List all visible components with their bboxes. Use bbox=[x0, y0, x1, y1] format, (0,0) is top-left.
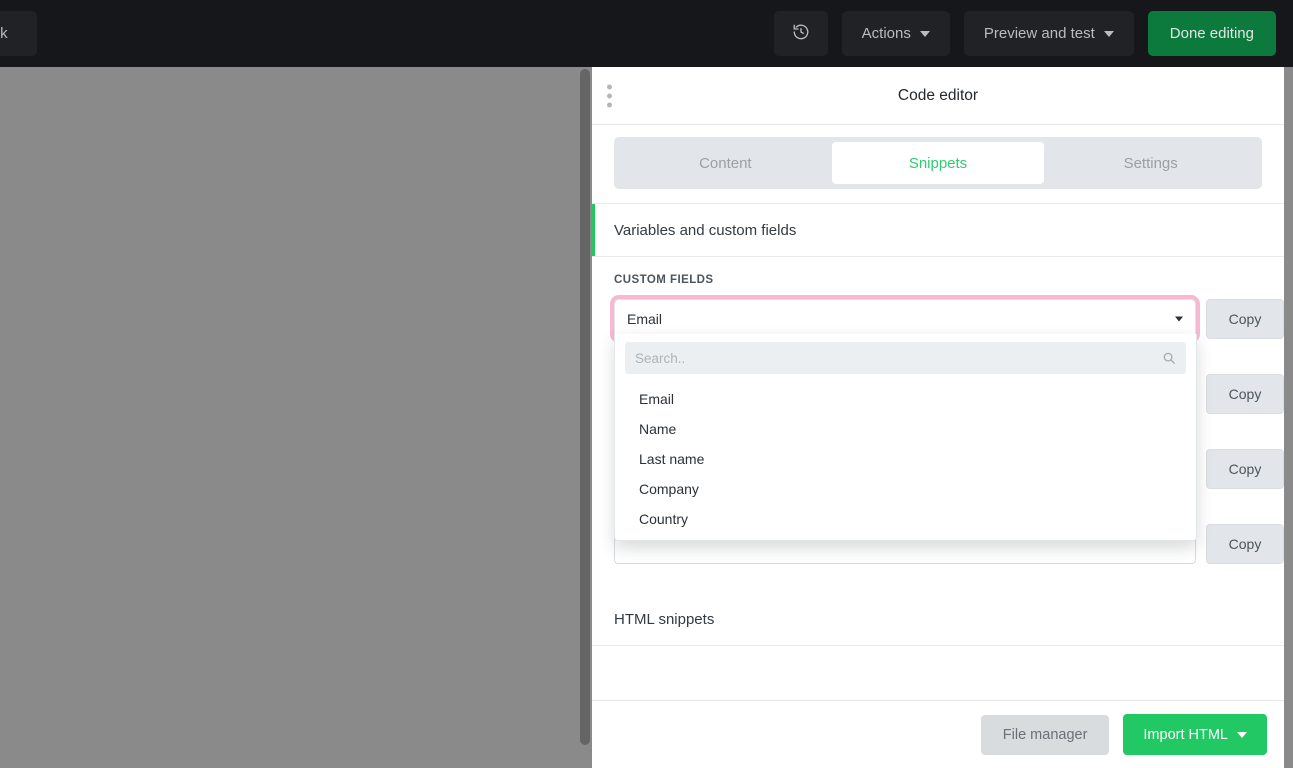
actions-label: Actions bbox=[861, 25, 911, 42]
custom-field-select-value: Email bbox=[627, 311, 663, 327]
search-input[interactable] bbox=[635, 350, 1162, 366]
panel-footer: File manager Import HTML bbox=[592, 700, 1284, 768]
custom-field-select[interactable]: Email bbox=[610, 295, 1200, 343]
chevron-down-icon bbox=[1103, 30, 1114, 37]
dropdown-search-wrap bbox=[615, 334, 1196, 380]
done-editing-button[interactable]: Done editing bbox=[1147, 11, 1276, 56]
app-root: Back Actions Preview and test bbox=[0, 0, 1293, 768]
dropdown-option-country[interactable]: Country bbox=[615, 504, 1196, 534]
tab-bar: Content Snippets Settings bbox=[592, 125, 1284, 204]
drag-dots-icon[interactable] bbox=[603, 80, 616, 111]
dropdown-option-name[interactable]: Name bbox=[615, 414, 1196, 444]
back-button-label: Back bbox=[0, 25, 8, 42]
chevron-down-icon bbox=[919, 30, 930, 37]
chevron-down-icon bbox=[1237, 731, 1247, 738]
top-toolbar: Back Actions Preview and test bbox=[0, 0, 1293, 67]
section-variables-and-custom-fields[interactable]: Variables and custom fields bbox=[592, 204, 1284, 257]
custom-field-dropdown: Email Name Last name Company Country bbox=[614, 334, 1197, 541]
preview-and-test-button[interactable]: Preview and test bbox=[963, 11, 1134, 56]
panel-header: Code editor bbox=[592, 67, 1284, 125]
file-manager-button[interactable]: File manager bbox=[980, 714, 1110, 755]
import-html-label: Import HTML bbox=[1143, 726, 1228, 743]
history-clock-icon bbox=[792, 23, 810, 45]
right-edge-strip bbox=[1284, 67, 1293, 768]
tab-settings[interactable]: Settings bbox=[1044, 142, 1257, 184]
canvas-scrollbar-thumb[interactable] bbox=[580, 69, 590, 745]
tab-snippets[interactable]: Snippets bbox=[831, 142, 1045, 184]
dropdown-option-last-name[interactable]: Last name bbox=[615, 444, 1196, 474]
copy-button[interactable]: Copy bbox=[1206, 374, 1284, 414]
done-editing-label: Done editing bbox=[1169, 25, 1254, 42]
section-html-snippets[interactable]: HTML snippets bbox=[592, 593, 1284, 646]
toolbar-actions-group: Actions Preview and test Done editing bbox=[773, 11, 1276, 56]
search-icon bbox=[1162, 351, 1176, 365]
dropdown-option-company[interactable]: Company bbox=[615, 474, 1196, 504]
import-html-button[interactable]: Import HTML bbox=[1123, 714, 1267, 755]
section-label: HTML snippets bbox=[614, 610, 715, 628]
copy-button[interactable]: Copy bbox=[1206, 449, 1284, 489]
actions-menu-button[interactable]: Actions bbox=[841, 11, 950, 56]
copy-button[interactable]: Copy bbox=[1206, 299, 1284, 339]
dropdown-option-list: Email Name Last name Company Country bbox=[615, 380, 1196, 534]
copy-button[interactable]: Copy bbox=[1206, 524, 1284, 564]
dropdown-option-email[interactable]: Email bbox=[615, 384, 1196, 414]
version-history-button[interactable] bbox=[773, 11, 828, 56]
chevron-down-icon bbox=[1175, 316, 1183, 322]
back-button[interactable]: Back bbox=[0, 11, 37, 56]
custom-fields-label: CUSTOM FIELDS bbox=[614, 274, 714, 286]
preview-label: Preview and test bbox=[983, 25, 1095, 42]
tab-content[interactable]: Content bbox=[619, 142, 832, 184]
section-label: Variables and custom fields bbox=[614, 221, 797, 239]
dropdown-search-box[interactable] bbox=[625, 342, 1186, 374]
page-title: Code editor bbox=[897, 86, 979, 104]
